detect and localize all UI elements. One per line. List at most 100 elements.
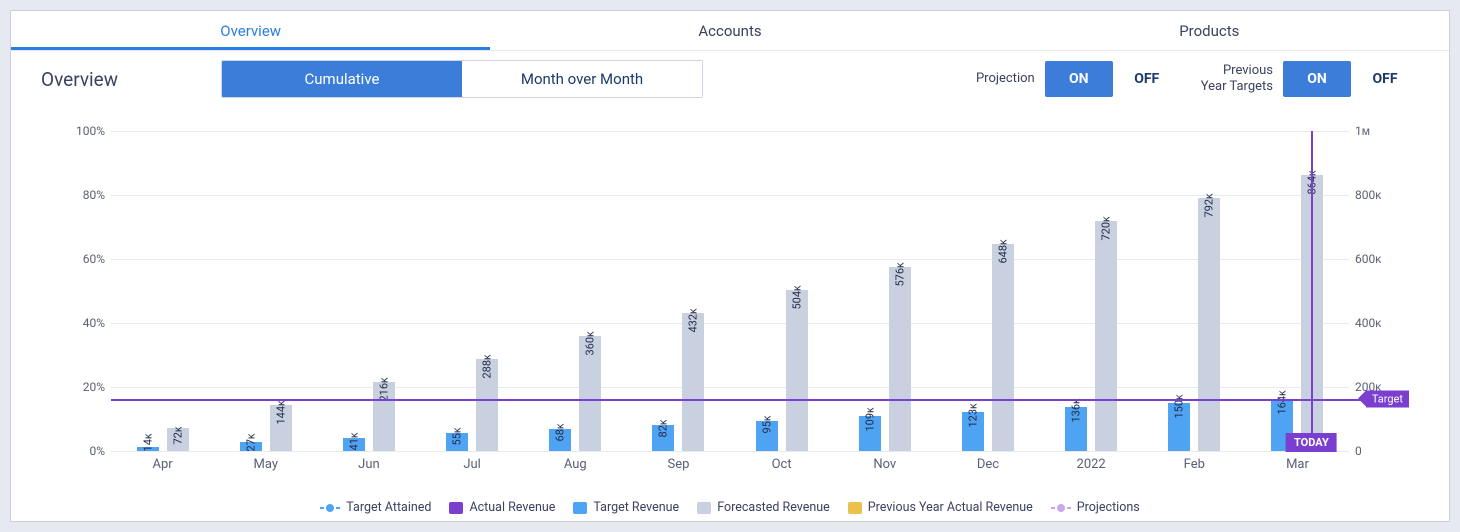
y-left-tick: 60% — [61, 252, 105, 266]
bar-label: 576ᴋ — [893, 262, 906, 286]
x-tick-label: Apr — [111, 451, 214, 472]
projection-off[interactable]: OFF — [1113, 61, 1181, 97]
bar-target-revenue[interactable]: 55ᴋ — [446, 433, 468, 451]
y-right-tick: 1ᴍ — [1355, 124, 1399, 138]
plot-area: 0%020%200ᴋ40%400ᴋ60%600ᴋ80%800ᴋ100%1ᴍ14ᴋ… — [111, 131, 1349, 451]
bar-label: 792ᴋ — [1203, 193, 1216, 217]
x-tick-label: Nov — [833, 451, 936, 472]
controls-row: Overview Cumulative Month over Month Pro… — [11, 51, 1449, 107]
legend-actual-revenue: Actual Revenue — [449, 500, 555, 515]
bar-target-revenue[interactable]: 109ᴋ — [859, 416, 881, 451]
y-left-tick: 20% — [61, 380, 105, 394]
x-tick-label: Sep — [627, 451, 730, 472]
legend: Target Attained Actual Revenue Target Re… — [51, 500, 1409, 515]
bar-forecasted-revenue[interactable]: 144ᴋ — [270, 405, 292, 451]
chart-area: 0%020%200ᴋ40%400ᴋ60%600ᴋ80%800ᴋ100%1ᴍ14ᴋ… — [51, 121, 1409, 481]
month-column: 136ᴋ720ᴋ2022 — [1040, 131, 1143, 451]
bar-label: 720ᴋ — [1100, 216, 1113, 240]
month-column: 27ᴋ144ᴋMay — [214, 131, 317, 451]
bar-label: 109ᴋ — [863, 408, 876, 432]
bar-label: 14ᴋ — [141, 434, 154, 452]
tab-accounts[interactable]: Accounts — [490, 11, 969, 50]
bar-forecasted-revenue[interactable]: 432ᴋ — [682, 313, 704, 451]
bar-target-revenue[interactable]: 150ᴋ — [1168, 403, 1190, 451]
month-column: 150ᴋ792ᴋFeb — [1143, 131, 1246, 451]
month-column: 55ᴋ288ᴋJul — [421, 131, 524, 451]
month-column: 82ᴋ432ᴋSep — [627, 131, 730, 451]
bar-label: 504ᴋ — [790, 285, 803, 309]
y-left-tick: 80% — [61, 188, 105, 202]
bar-target-revenue[interactable]: 123ᴋ — [962, 412, 984, 451]
bar-forecasted-revenue[interactable]: 360ᴋ — [579, 336, 601, 451]
seg-mom[interactable]: Month over Month — [462, 61, 702, 97]
bar-target-revenue[interactable]: 95ᴋ — [756, 421, 778, 451]
bar-label: 360ᴋ — [584, 331, 597, 355]
y-left-tick: 100% — [61, 124, 105, 138]
tab-products[interactable]: Products — [970, 11, 1449, 50]
bar-forecasted-revenue[interactable]: 288ᴋ — [476, 359, 498, 451]
prev-year-label: Previous Year Targets — [1201, 63, 1273, 94]
y-right-tick: 600ᴋ — [1355, 252, 1399, 266]
view-mode-segmented: Cumulative Month over Month — [221, 60, 703, 98]
bar-label: 72ᴋ — [171, 427, 184, 445]
bar-forecasted-revenue[interactable]: 792ᴋ — [1198, 198, 1220, 451]
bar-target-revenue[interactable]: 27ᴋ — [240, 442, 262, 451]
today-badge: TODAY — [1286, 433, 1337, 452]
bar-label: 136ᴋ — [1070, 399, 1083, 423]
bar-forecasted-revenue[interactable]: 576ᴋ — [889, 267, 911, 451]
month-column: 95ᴋ504ᴋOct — [730, 131, 833, 451]
x-tick-label: Mar — [1246, 451, 1349, 472]
prev-year-off[interactable]: OFF — [1351, 61, 1419, 97]
bar-target-revenue[interactable]: 82ᴋ — [652, 425, 674, 451]
bar-label: 41ᴋ — [347, 432, 360, 450]
bar-label: 55ᴋ — [451, 428, 464, 446]
x-tick-label: Aug — [524, 451, 627, 472]
bar-target-revenue[interactable]: 41ᴋ — [343, 438, 365, 451]
legend-swatch-icon — [1051, 507, 1071, 509]
prev-year-on[interactable]: ON — [1283, 61, 1351, 97]
bar-forecasted-revenue[interactable]: 648ᴋ — [992, 244, 1014, 451]
bars: 14ᴋ72ᴋApr27ᴋ144ᴋMay41ᴋ216ᴋJun55ᴋ288ᴋJul6… — [111, 131, 1349, 451]
x-tick-label: 2022 — [1040, 451, 1143, 472]
projection-on[interactable]: ON — [1045, 61, 1113, 97]
prev-year-label-l1: Previous — [1223, 63, 1273, 78]
month-column: 164ᴋ864ᴋMar — [1246, 131, 1349, 451]
month-column: 14ᴋ72ᴋApr — [111, 131, 214, 451]
legend-forecasted-revenue: Forecasted Revenue — [697, 500, 830, 515]
bar-target-revenue[interactable]: 136ᴋ — [1065, 407, 1087, 451]
projection-toggle-group: Projection ON OFF — [976, 61, 1181, 97]
x-tick-label: Jul — [421, 451, 524, 472]
projection-toggle: ON OFF — [1045, 61, 1181, 97]
legend-swatch-icon — [449, 502, 463, 514]
legend-label: Forecasted Revenue — [717, 500, 830, 515]
target-line — [111, 399, 1409, 401]
x-tick-label: Jun — [317, 451, 420, 472]
legend-label: Previous Year Actual Revenue — [868, 500, 1033, 515]
bar-label: 27ᴋ — [244, 434, 257, 452]
bar-forecasted-revenue[interactable]: 504ᴋ — [786, 290, 808, 451]
bar-target-revenue[interactable]: 68ᴋ — [549, 429, 571, 451]
seg-cumulative[interactable]: Cumulative — [222, 61, 462, 97]
bar-forecasted-revenue[interactable]: 720ᴋ — [1095, 221, 1117, 451]
legend-swatch-icon — [848, 502, 862, 514]
prev-year-toggle-group: Previous Year Targets ON OFF — [1201, 61, 1419, 97]
x-tick-label: Oct — [730, 451, 833, 472]
x-tick-label: May — [214, 451, 317, 472]
dashboard-card: Overview Accounts Products Overview Cumu… — [10, 10, 1450, 522]
bar-label: 144ᴋ — [274, 400, 287, 424]
page-title: Overview — [41, 68, 201, 91]
tab-overview[interactable]: Overview — [11, 11, 490, 50]
legend-target-attained: Target Attained — [320, 500, 431, 515]
target-tag: Target — [1366, 390, 1409, 407]
bar-forecasted-revenue[interactable]: 216ᴋ — [373, 382, 395, 451]
prev-year-toggle: ON OFF — [1283, 61, 1419, 97]
month-column: 41ᴋ216ᴋJun — [317, 131, 420, 451]
y-right-tick: 400ᴋ — [1355, 316, 1399, 330]
month-column: 123ᴋ648ᴋDec — [936, 131, 1039, 451]
bar-label: 648ᴋ — [996, 239, 1009, 263]
bar-forecasted-revenue[interactable]: 72ᴋ — [167, 428, 189, 451]
bar-label: 82ᴋ — [657, 419, 670, 437]
legend-label: Actual Revenue — [469, 500, 555, 515]
month-column: 68ᴋ360ᴋAug — [524, 131, 627, 451]
bar-label: 123ᴋ — [966, 403, 979, 427]
